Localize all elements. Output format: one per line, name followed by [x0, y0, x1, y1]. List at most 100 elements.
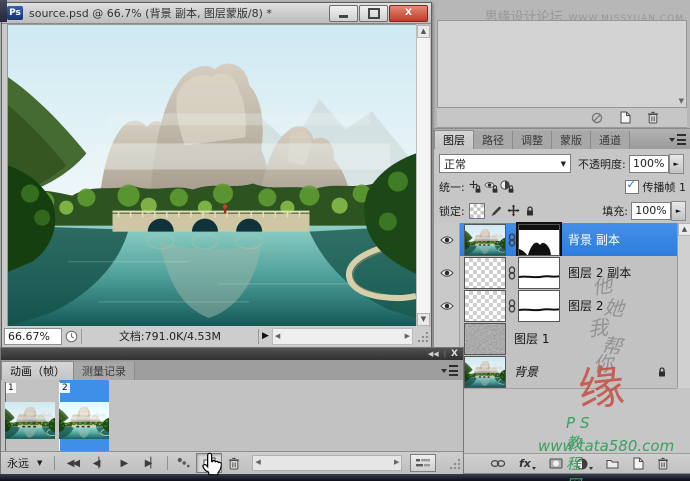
loop-count-select[interactable]: 永远 ▼ — [1, 455, 50, 471]
layer-thumbnail[interactable] — [464, 323, 506, 355]
scroll-right-icon[interactable]: ▶ — [405, 332, 410, 340]
panel-menu-icon[interactable] — [441, 365, 458, 376]
close-button[interactable]: X — [389, 5, 428, 22]
collapse-panel-icon[interactable]: ◀◀ — [428, 351, 439, 358]
panel-menu-icon[interactable] — [669, 134, 686, 145]
frame-thumbnail[interactable]: 2 — [59, 382, 109, 459]
fill-value[interactable]: 100% — [631, 202, 671, 220]
first-frame-button[interactable]: ◀◀ — [59, 458, 85, 469]
layer-thumbnail[interactable] — [464, 257, 506, 289]
layer-thumbnail[interactable] — [464, 356, 506, 388]
propagate-checkbox[interactable]: ✓ — [625, 180, 639, 194]
tab-layers[interactable]: 图层 — [434, 130, 474, 149]
document-titlebar[interactable]: Ps source.psd @ 66.7% (背景 副本, 图层蒙版/8) * … — [2, 3, 431, 24]
opacity-spinner-icon[interactable]: ► — [669, 154, 684, 174]
mask-link-icon[interactable] — [508, 266, 516, 280]
delete-frame-icon[interactable] — [222, 454, 246, 472]
layer-style-button[interactable]: fx — [519, 457, 536, 470]
new-item-icon[interactable] — [619, 111, 631, 124]
zoom-level-field[interactable]: 66.67% — [4, 328, 62, 345]
animation-tabbar: 动画（帧） 测量记录 — [1, 360, 463, 380]
scroll-right-icon[interactable]: ▶ — [394, 458, 399, 466]
unify-label: 统一: — [439, 179, 465, 195]
tab-channels[interactable]: 通道 — [591, 131, 630, 149]
new-group-icon[interactable] — [606, 458, 619, 469]
visibility-toggle[interactable] — [434, 289, 460, 322]
scroll-down-icon[interactable]: ▼ — [417, 313, 430, 326]
minimize-button[interactable] — [329, 5, 358, 22]
chevron-down-icon: ▼ — [37, 459, 42, 467]
next-frame-button[interactable]: ▶▏ — [137, 458, 163, 469]
play-button[interactable]: ▶ — [111, 458, 137, 469]
layer-row-layer1[interactable]: 图层 1 — [434, 322, 677, 356]
panel-resize-grip[interactable] — [448, 457, 461, 470]
prohibit-icon[interactable] — [591, 112, 603, 124]
layer-mask-thumbnail[interactable] — [518, 257, 560, 289]
layer-row-layer2[interactable]: 图层 2 — [434, 289, 677, 323]
scroll-left-icon[interactable]: ◀ — [255, 458, 260, 466]
mask-link-icon[interactable] — [508, 233, 516, 247]
horizontal-scrollbar[interactable]: ◀ ▶ — [272, 328, 413, 345]
layer-thumbnail[interactable] — [464, 224, 506, 256]
adjustment-layer-button[interactable] — [576, 458, 593, 470]
trash-icon[interactable] — [647, 111, 659, 124]
scroll-up-icon[interactable]: ▲ — [417, 25, 430, 38]
blend-mode-select[interactable]: 正常 ▼ — [439, 154, 571, 173]
layer-row-layer2-copy[interactable]: 图层 2 副本 — [434, 256, 677, 290]
scroll-left-icon[interactable]: ◀ — [275, 332, 280, 340]
frames-strip: 1 0 秒▼ 2 0 秒▼ — [1, 380, 463, 451]
unify-style-icon[interactable] — [500, 180, 516, 194]
delete-layer-icon[interactable] — [657, 457, 669, 470]
opacity-value[interactable]: 100% — [629, 155, 669, 173]
status-bar: 66.67% 文档:791.0K/4.53M ▶ ◀ ▶ — [4, 326, 429, 346]
frame-thumbnail[interactable]: 1 — [5, 382, 55, 459]
tab-adjustments[interactable]: 调整 — [513, 131, 552, 149]
tab-measurement-log[interactable]: 测量记录 — [74, 362, 135, 380]
lock-label: 锁定: — [439, 203, 465, 219]
document-size-info: 文档:791.0K/4.53M — [81, 329, 259, 344]
vertical-scrollbar[interactable]: ▲ ▼ — [416, 24, 431, 327]
layer-thumbnail[interactable] — [464, 290, 506, 322]
add-mask-icon[interactable] — [549, 457, 563, 470]
image-canvas[interactable] — [7, 24, 417, 327]
visibility-toggle[interactable] — [434, 256, 460, 289]
lock-position-icon[interactable] — [507, 204, 520, 217]
mask-link-icon[interactable] — [508, 299, 516, 313]
layer-row-background[interactable]: 背景 — [434, 355, 677, 389]
upper-panel: ▼ — [437, 20, 687, 128]
visibility-toggle[interactable] — [434, 223, 460, 256]
unify-row: 统一: ✓ 传播帧 1 — [434, 176, 690, 197]
link-layers-icon[interactable] — [490, 459, 506, 468]
previous-frame-button[interactable]: ◀▏ — [85, 458, 111, 469]
layer-mask-thumbnail[interactable] — [518, 290, 560, 322]
status-flyout-icon[interactable]: ▶ — [262, 331, 269, 341]
upper-panel-content: ▼ — [437, 20, 687, 108]
frames-scrollbar[interactable]: ◀ ▶ — [252, 455, 402, 471]
lock-transparency-icon[interactable] — [469, 203, 485, 219]
window-resize-grip[interactable] — [416, 330, 429, 343]
panel-drag-bar[interactable]: ◀◀ | X — [1, 348, 463, 360]
lock-pixels-brush-icon[interactable] — [490, 205, 502, 217]
tab-masks[interactable]: 蒙版 — [552, 131, 591, 149]
eye-icon — [440, 235, 454, 245]
fill-spinner-icon[interactable]: ► — [671, 201, 686, 221]
frame-number: 1 — [6, 383, 16, 393]
tab-animation-frames[interactable]: 动画（帧） — [1, 361, 74, 380]
photoshop-app-icon: Ps — [7, 6, 23, 20]
tween-button[interactable] — [172, 454, 196, 472]
convert-to-timeline-button[interactable] — [410, 454, 436, 472]
close-panel-icon[interactable]: X — [451, 350, 458, 359]
unify-position-icon[interactable] — [469, 180, 484, 194]
scroll-up-icon[interactable]: ▲ — [678, 223, 690, 236]
scroll-down-icon[interactable]: ▼ — [679, 97, 684, 105]
unify-visibility-icon[interactable] — [484, 180, 500, 194]
layer-mask-thumbnail[interactable] — [518, 224, 560, 256]
lock-all-icon[interactable] — [525, 205, 535, 217]
new-layer-icon[interactable] — [632, 457, 644, 470]
clock-icon — [65, 330, 78, 343]
layer-row-bg-copy[interactable]: 背景 副本 — [434, 223, 677, 257]
tab-paths[interactable]: 路径 — [474, 131, 513, 149]
maximize-button[interactable] — [359, 5, 388, 22]
layers-scrollbar[interactable]: ▲ — [677, 223, 690, 388]
layers-panel: 图层 路径 调整 蒙版 通道 正常 ▼ 不透明度: 100% ► 统一: — [433, 128, 690, 474]
